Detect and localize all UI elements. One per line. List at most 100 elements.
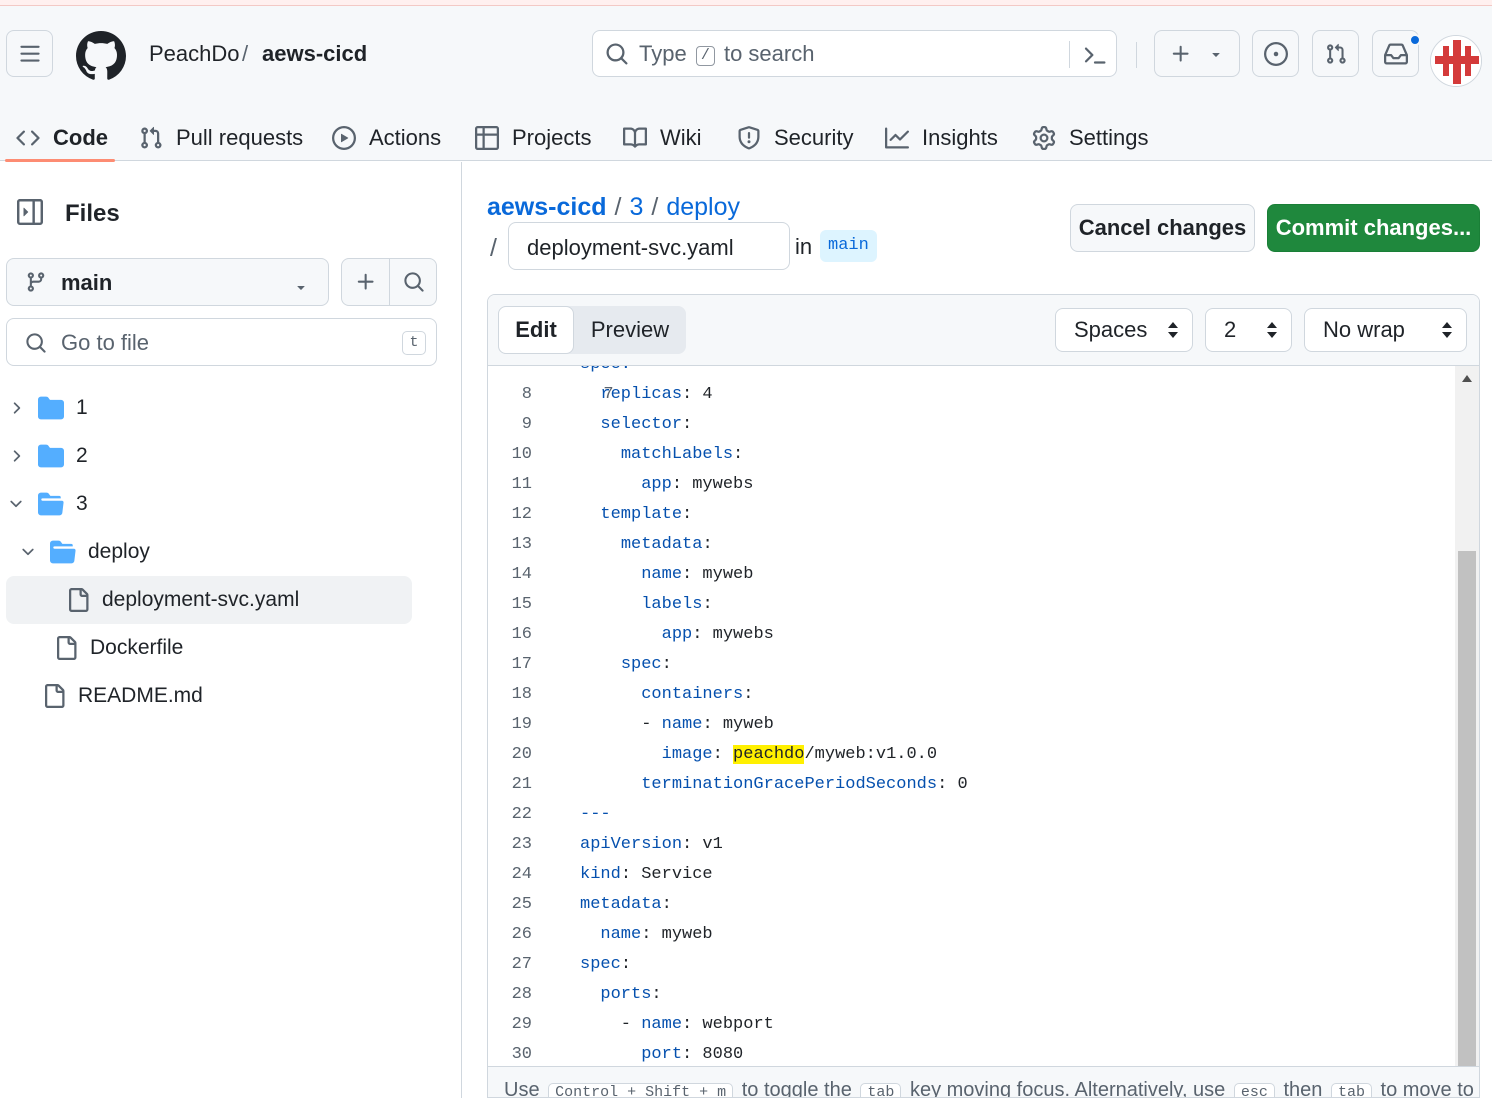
folder-icon <box>38 396 64 420</box>
search-icon <box>26 333 46 353</box>
tree-item-folder-1[interactable]: 1 <box>6 384 88 432</box>
breadcrumb-slash: / <box>490 234 497 262</box>
owner-link[interactable]: PeachDo <box>149 40 240 68</box>
code-line: 29 - name: webport <box>488 1010 1455 1040</box>
create-new-button[interactable] <box>1154 30 1240 77</box>
indent-size-select[interactable]: 2 <box>1205 308 1292 352</box>
breadcrumb-repo-link[interactable]: aews-cicd <box>487 193 607 221</box>
yaml-colon: : <box>712 745 723 764</box>
line-content: terminationGracePeriodSeconds: 0 <box>580 770 967 800</box>
line-content: - name: webport <box>580 1010 774 1040</box>
menu-button[interactable] <box>6 30 53 77</box>
code-line: 15 labels: <box>488 590 1455 620</box>
repo-link[interactable]: aews-cicd <box>262 40 367 68</box>
tree-item-file-readme[interactable]: README.md <box>42 672 203 720</box>
code-line: 18 containers: <box>488 680 1455 710</box>
yaml-value: 4 <box>692 385 713 404</box>
yaml-key: labels <box>641 595 703 614</box>
yaml-key: apiVersion <box>580 835 683 854</box>
user-avatar[interactable] <box>1430 35 1482 87</box>
folder-open-icon <box>50 540 76 564</box>
yaml-value: myweb <box>712 715 774 734</box>
global-search-input[interactable]: Type / to search <box>592 30 1117 77</box>
pull-requests-button[interactable] <box>1312 30 1359 77</box>
line-indent: - <box>580 1015 642 1034</box>
filename-input[interactable]: deployment-svc.yaml <box>508 222 790 270</box>
tab-actions[interactable]: Actions <box>332 110 441 166</box>
yaml-key: name <box>641 565 683 584</box>
breadcrumb-dir-link[interactable]: 3 <box>629 193 643 221</box>
tree-item-file-dockerfile[interactable]: Dockerfile <box>54 624 183 672</box>
tree-item-label: 1 <box>76 396 88 419</box>
yaml-key: app <box>641 475 672 494</box>
scrollbar-thumb[interactable] <box>1458 551 1476 1066</box>
yaml-value: myweb <box>692 565 754 584</box>
breadcrumb-dir-link[interactable]: deploy <box>666 193 740 221</box>
line-number: 20 <box>511 745 532 764</box>
tab-insights[interactable]: Insights <box>885 110 998 166</box>
code-line: 19 - name: myweb <box>488 710 1455 740</box>
line-content: apiVersion: v1 <box>580 830 723 860</box>
yaml-key: name <box>600 925 642 944</box>
file-icon <box>57 636 77 660</box>
branch-selector[interactable]: main <box>6 258 329 306</box>
tree-item-folder-deploy[interactable]: deploy <box>18 528 150 576</box>
add-file-button[interactable] <box>342 259 390 305</box>
tree-item-file-deployment-svc[interactable]: deployment-svc.yaml <box>6 576 412 624</box>
yaml-key: metadata <box>580 895 662 914</box>
yaml-key: port <box>641 1045 683 1064</box>
code-line: 27 spec: <box>488 950 1455 980</box>
line-number: 18 <box>511 685 532 704</box>
go-to-file-input[interactable]: Go to file t <box>6 318 437 366</box>
collapse-sidebar-button[interactable] <box>6 188 53 235</box>
yaml-key: spec <box>580 955 621 974</box>
tree-item-folder-3[interactable]: 3 <box>6 480 88 528</box>
github-logo-icon[interactable] <box>75 31 126 81</box>
code-icon <box>16 130 40 146</box>
tab-code[interactable]: Code <box>16 110 108 166</box>
issues-button[interactable] <box>1252 30 1299 77</box>
tab-wiki[interactable]: Wiki <box>623 110 702 166</box>
tab-preview[interactable]: Preview <box>574 306 686 354</box>
line-content: spec: <box>580 366 631 380</box>
commit-changes-button[interactable]: Commit changes... <box>1267 204 1480 252</box>
tab-label: Code <box>53 125 108 150</box>
line-content: app: mywebs <box>580 470 753 500</box>
tab-edit[interactable]: Edit <box>498 306 574 354</box>
chevron-down-icon <box>22 548 34 556</box>
tree-item-folder-2[interactable]: 2 <box>6 432 88 480</box>
header-divider <box>1136 42 1137 68</box>
wrap-mode-select[interactable]: No wrap <box>1304 308 1467 352</box>
tab-settings[interactable]: Settings <box>1032 110 1149 166</box>
tab-pull-requests[interactable]: Pull requests <box>139 110 303 166</box>
tab-security[interactable]: Security <box>737 110 853 166</box>
branch-badge: main <box>820 230 877 262</box>
line-content: port: 8080 <box>580 1040 743 1066</box>
indent-mode-select[interactable]: Spaces <box>1055 308 1193 352</box>
edit-preview-toggle: Edit Preview <box>498 306 686 354</box>
code-line: 21 terminationGracePeriodSeconds: 0 <box>488 770 1455 800</box>
chevron-right-icon <box>13 450 21 462</box>
scroll-up-arrow-icon[interactable] <box>1461 374 1473 384</box>
command-palette-icon[interactable] <box>1083 43 1107 67</box>
tab-projects[interactable]: Projects <box>475 110 591 166</box>
code-lines[interactable]: 7spec: 8 replicas: 49 selector:10 matchL… <box>488 366 1455 1066</box>
git-branch-icon <box>27 272 45 292</box>
graph-icon <box>885 127 909 149</box>
cancel-changes-button[interactable]: Cancel changes <box>1070 204 1255 252</box>
line-number: 24 <box>511 865 532 884</box>
search-divider <box>1069 41 1070 68</box>
yaml-value: v1 <box>692 835 723 854</box>
yaml-key: spec <box>620 655 662 674</box>
tab-label: Insights <box>922 125 998 150</box>
editor-scrollbar[interactable] <box>1455 366 1479 1066</box>
yaml-value: mywebs <box>702 625 774 644</box>
yaml-colon: : <box>682 565 693 584</box>
yaml-key: template <box>600 505 683 524</box>
tree-item-label: 2 <box>76 444 88 467</box>
line-number: 10 <box>511 445 532 464</box>
search-files-button[interactable] <box>390 259 438 305</box>
